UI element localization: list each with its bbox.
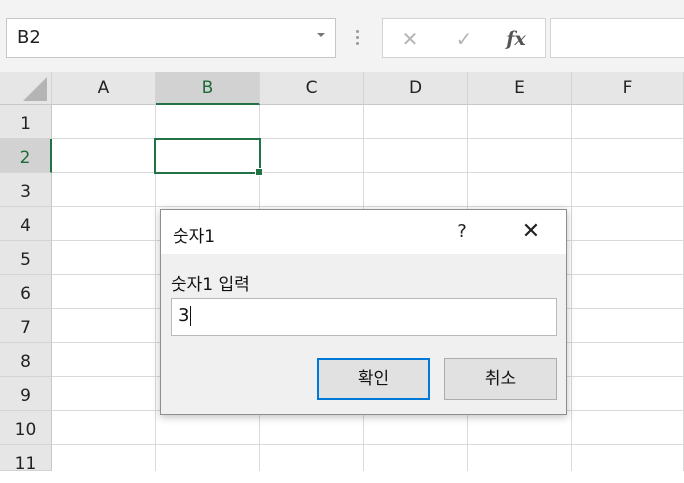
formula-bar-area: B2 ✕ ✓ fx [0,0,684,72]
row-header-2[interactable]: 2 [0,139,52,173]
row-header-7[interactable]: 7 [0,309,52,343]
formula-input[interactable] [550,18,684,58]
cancel-button[interactable]: 취소 [444,358,557,400]
row-header-5[interactable]: 5 [0,241,52,275]
text-caret [190,306,192,326]
row-header-4[interactable]: 4 [0,207,52,241]
row-header-8[interactable]: 8 [0,343,52,377]
close-icon[interactable]: ✕ [515,218,547,246]
formula-bar-resize-handle[interactable] [356,30,360,50]
dialog-input-value: 3 [178,305,190,326]
row-header-11[interactable]: 11 [0,445,52,474]
grid-line [52,444,684,445]
row-header-10[interactable]: 10 [0,411,52,445]
ok-button[interactable]: 확인 [317,358,430,400]
help-icon[interactable]: ? [447,218,477,246]
name-box-dropdown-icon[interactable] [317,33,325,37]
formula-bar-buttons: ✕ ✓ fx [382,18,546,58]
grid-line [52,138,684,139]
active-cell-b2[interactable] [154,138,263,176]
name-box-value: B2 [17,27,41,48]
select-all-button[interactable] [0,72,52,105]
column-header-e[interactable]: E [468,72,572,105]
row-header-3[interactable]: 3 [0,173,52,207]
row-header-6[interactable]: 6 [0,275,52,309]
name-box[interactable]: B2 [6,18,336,58]
row-header-1[interactable]: 1 [0,105,52,139]
dialog-title: 숫자1 [173,227,216,247]
cancel-icon[interactable]: ✕ [395,27,425,51]
grid-line [52,206,684,207]
dialog-prompt: 숫자1 입력 [171,275,250,295]
fill-handle[interactable] [255,168,263,176]
column-header-c[interactable]: C [260,72,364,105]
row-header-9[interactable]: 9 [0,377,52,411]
grid-line [52,172,684,173]
column-header-d[interactable]: D [364,72,468,105]
grid-line [571,105,572,471]
column-header-f[interactable]: F [572,72,684,105]
column-header-a[interactable]: A [52,72,156,105]
column-header-b[interactable]: B [156,72,260,105]
dialog-input-field[interactable]: 3 [171,298,557,336]
input-dialog: 숫자1 ? ✕ 숫자1 입력 3 확인 취소 [160,209,567,415]
enter-icon[interactable]: ✓ [449,27,479,51]
dialog-titlebar[interactable]: 숫자1 ? ✕ [161,210,566,254]
insert-function-icon[interactable]: fx [501,27,531,51]
